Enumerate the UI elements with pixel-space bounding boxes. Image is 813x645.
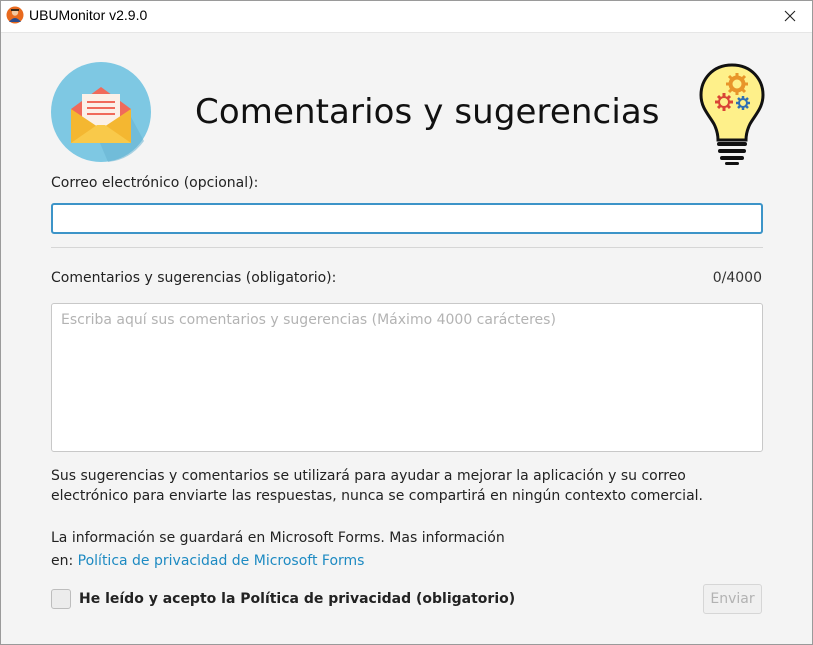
storage-notice-prefix: en:	[51, 553, 74, 569]
page-title: Comentarios y sugerencias	[195, 92, 660, 132]
accept-privacy-checkbox[interactable]	[51, 589, 71, 609]
usage-notice-line-1: Sus sugerencias y comentarios se utiliza…	[51, 468, 686, 484]
email-field[interactable]	[51, 203, 763, 234]
storage-notice: La información se guardará en Microsoft …	[51, 527, 505, 573]
app-logo-icon	[6, 6, 24, 24]
comments-label: Comentarios y sugerencias (obligatorio):	[51, 270, 337, 286]
comments-textarea[interactable]	[51, 303, 763, 452]
lightbulb-gears-icon	[699, 63, 765, 165]
title-bar: UBUMonitor v2.9.0	[0, 0, 813, 33]
storage-notice-line-1: La información se guardará en Microsoft …	[51, 530, 505, 546]
envelope-icon	[51, 62, 151, 162]
divider	[51, 247, 763, 248]
privacy-policy-link[interactable]: Política de privacidad de Microsoft Form…	[78, 553, 365, 569]
send-button[interactable]: Enviar	[703, 584, 762, 614]
usage-notice-line-2: electrónico para enviarte las respuestas…	[51, 488, 703, 504]
accept-privacy-label[interactable]: He leído y acepto la Política de privaci…	[79, 591, 515, 607]
close-button[interactable]	[767, 0, 813, 32]
window-title: UBUMonitor v2.9.0	[29, 7, 148, 23]
character-counter: 0/4000	[712, 270, 762, 286]
email-label: Correo electrónico (opcional):	[51, 175, 259, 191]
close-icon	[784, 10, 796, 22]
usage-notice: Sus sugerencias y comentarios se utiliza…	[51, 466, 703, 506]
